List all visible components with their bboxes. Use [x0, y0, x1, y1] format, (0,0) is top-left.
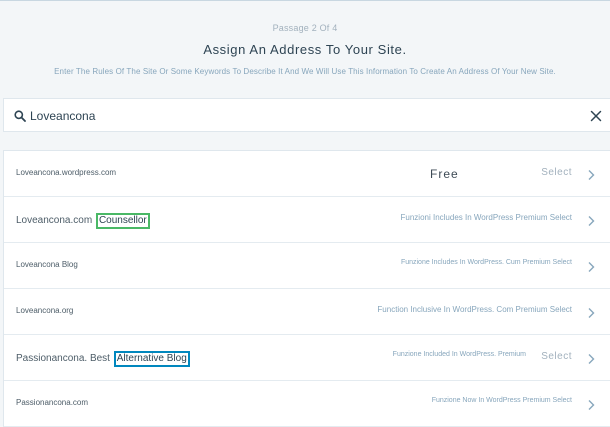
domain-suggestion-row[interactable]: Passionancona. Best Alternative Blog Fun… — [4, 335, 610, 381]
chevron-right-icon — [587, 306, 595, 318]
page-subtitle: Enter The Rules Of The Site Or Some Keyw… — [54, 67, 556, 76]
chevron-right-icon — [587, 168, 595, 180]
domain-search-bar[interactable] — [3, 98, 610, 132]
page-title: Assign An Address To Your Site. — [203, 42, 407, 57]
price-label: Funzione Included In WordPress. Premium — [392, 351, 526, 358]
select-button[interactable]: Select — [541, 167, 572, 178]
price-label: Funzioni Includes In WordPress Premium S… — [400, 213, 572, 222]
domain-name: Loveancona.com Counsellor — [16, 213, 150, 229]
search-icon — [14, 109, 26, 122]
domain-suggestion-row[interactable]: Loveancona.com Counsellor Funzioni Inclu… — [4, 197, 610, 243]
domain-name: Passionancona.com — [16, 398, 89, 407]
chevron-right-icon — [587, 398, 595, 410]
domain-tag-badge: Alternative Blog — [113, 351, 190, 367]
chevron-right-icon — [587, 214, 595, 226]
price-label: Funzione Includes In WordPress. Cum Prem… — [400, 259, 572, 266]
domain-name: Loveancona.wordpress.com — [16, 168, 117, 177]
select-button[interactable]: Select — [541, 351, 572, 362]
domain-tag-badge: Counsellor — [95, 213, 150, 229]
domain-suggestions-list: Loveancona.wordpress.com Free Select Lov… — [3, 150, 610, 427]
chevron-right-icon — [587, 260, 595, 272]
domain-search-input[interactable] — [30, 106, 570, 126]
domain-name: Loveancona Blog — [16, 260, 78, 269]
close-icon[interactable] — [590, 109, 602, 122]
domain-name-text: Passionancona. Best — [16, 353, 110, 364]
domain-suggestion-row[interactable]: Loveancona.wordpress.com Free Select — [4, 151, 610, 197]
step-indicator: Passage 2 Of 4 — [272, 23, 338, 33]
step-header: Passage 2 Of 4 Assign An Address To Your… — [0, 0, 610, 96]
price-label: Function Inclusive In WordPress. Com Pre… — [377, 305, 572, 314]
domain-suggestion-row[interactable]: Loveancona Blog Funzione Includes In Wor… — [4, 243, 610, 289]
domain-name: Loveancona.org — [16, 306, 74, 315]
domain-name-text: Loveancona.com — [16, 215, 93, 226]
domain-name: Passionancona. Best Alternative Blog — [16, 351, 190, 367]
price-label: Funzione Now In WordPress Premium Select — [431, 397, 572, 404]
domain-suggestion-row[interactable]: Passionancona.com Funzione Now In WordPr… — [4, 381, 610, 427]
price-label: Free — [430, 167, 459, 181]
domain-suggestion-row[interactable]: Loveancona.org Function Inclusive In Wor… — [4, 289, 610, 335]
chevron-right-icon — [587, 352, 595, 364]
